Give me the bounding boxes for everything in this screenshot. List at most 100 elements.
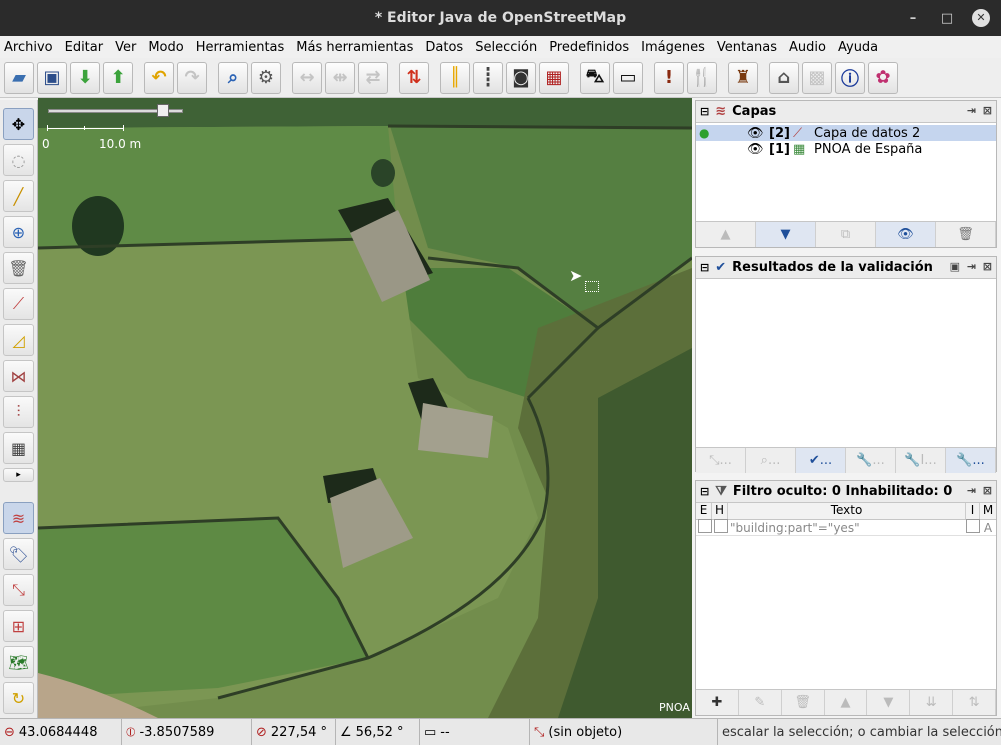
improve-way-icon[interactable]: ⟋ (3, 288, 34, 320)
col-m[interactable]: M (980, 503, 996, 519)
align-icon[interactable]: ⫶ (3, 396, 34, 428)
preferences-icon[interactable]: ⚙ (251, 61, 281, 94)
menu-datos[interactable]: Datos (425, 40, 463, 55)
zoom-mode-icon[interactable]: ⊕ (3, 216, 34, 248)
delete-layer-icon[interactable]: 🗑 (936, 222, 996, 247)
draw-mode-icon[interactable]: ╱ (3, 180, 34, 212)
menu-archivo[interactable]: Archivo (4, 40, 53, 55)
measure-icon[interactable]: ◿ (3, 324, 34, 356)
panel-detach-icon[interactable]: ⇥ (967, 260, 976, 273)
reverse-way-icon[interactable]: ⇄ (358, 61, 388, 94)
add-filter-icon[interactable]: ✚ (696, 690, 739, 715)
collapse-icon[interactable]: ⊟ (700, 485, 709, 498)
panel-detach-icon[interactable]: ⇥ (967, 104, 976, 117)
warning-preset-icon[interactable]: ! (654, 61, 684, 94)
move-down-icon[interactable]: ▼ (867, 690, 911, 715)
menu-ayuda[interactable]: Ayuda (838, 40, 878, 55)
zoom-icon[interactable]: ⌕ (218, 61, 248, 94)
maximize-icon[interactable]: □ (937, 9, 957, 29)
move-tool-icon[interactable]: ⇅ (399, 61, 429, 94)
menu-ver[interactable]: Ver (115, 40, 136, 55)
zoom-slider-handle[interactable] (157, 104, 169, 117)
hide-checkbox[interactable] (712, 519, 728, 536)
relations-icon[interactable]: ⊞ (3, 610, 34, 642)
menu-ventanas[interactable]: Ventanas (717, 40, 777, 55)
layers-toggle-icon[interactable]: ≋ (3, 502, 34, 534)
parallel-way-icon[interactable]: ⋈ (3, 360, 34, 392)
panel-close-icon[interactable]: ⊠ (983, 104, 992, 117)
zoom-error-button[interactable]: ⌕... (746, 448, 796, 473)
menu-predefinidos[interactable]: Predefinidos (549, 40, 629, 55)
edit-filter-icon[interactable]: ✎ (739, 690, 782, 715)
selection-list-icon[interactable]: ⤡ (3, 574, 34, 606)
panel-settings-icon[interactable]: ▣ (950, 260, 960, 273)
close-icon[interactable]: ✕ (972, 9, 990, 27)
delete-mode-icon[interactable]: 🗑 (3, 252, 34, 284)
move-up-icon[interactable]: ▲ (825, 690, 868, 715)
validate-button[interactable]: ✔... (796, 448, 846, 473)
panel-close-icon[interactable]: ⊠ (983, 484, 992, 497)
enable-checkbox[interactable] (696, 519, 712, 536)
building-preset-icon[interactable]: ▩ (802, 61, 832, 94)
inverted-checkbox[interactable] (966, 519, 980, 536)
panel-detach-icon[interactable]: ⇥ (967, 484, 976, 497)
minimize-icon[interactable]: – (903, 9, 923, 29)
buildings-tool-icon[interactable]: ▦ (3, 432, 34, 464)
col-e[interactable]: E (696, 503, 712, 519)
traffic-light-icon[interactable]: ◙ (506, 61, 536, 94)
toolbar-expand-icon[interactable]: ▸ (3, 468, 34, 482)
tags-toggle-icon[interactable]: 🏷 (3, 538, 34, 570)
undo-icon[interactable]: ↶ (144, 61, 174, 94)
information-preset-icon[interactable]: ⓘ (835, 61, 865, 94)
panel-close-icon[interactable]: ⊠ (983, 260, 992, 273)
map-paint-icon[interactable]: 🗺 (3, 646, 34, 678)
move-down-icon[interactable]: ▼ (756, 222, 816, 247)
menu-modo[interactable]: Modo (148, 40, 183, 55)
menu-herramientas[interactable]: Herramientas (196, 40, 285, 55)
food-preset-icon[interactable]: 🍴 (687, 61, 717, 94)
menu-imagenes[interactable]: Imágenes (641, 40, 705, 55)
visibility-eye-icon[interactable]: 👁 (747, 142, 764, 157)
ignore-button[interactable]: 🔧 I... (896, 448, 946, 473)
railway-preset-icon[interactable]: ┋ (473, 61, 503, 94)
menu-editar[interactable]: Editar (65, 40, 104, 55)
col-text[interactable]: Texto (728, 503, 966, 519)
map-view[interactable]: 0 10.0 m ➤ PNOA (38, 98, 692, 718)
delete-filter-icon[interactable]: 🗑 (782, 690, 825, 715)
car-preset-icon[interactable]: ⛍ (580, 61, 610, 94)
menu-audio[interactable]: Audio (789, 40, 826, 55)
upload-icon[interactable]: ⬆ (103, 61, 133, 94)
open-file-icon[interactable]: ▰ (4, 61, 34, 94)
split-way-icon[interactable]: ↔ (292, 61, 322, 94)
combine-way-icon[interactable]: ⇹ (325, 61, 355, 94)
layer-name[interactable]: Capa de datos 2 (814, 126, 920, 141)
sort-down-icon[interactable]: ⇊ (910, 690, 954, 715)
merge-layer-icon[interactable]: ⧉ (816, 222, 876, 247)
collapse-icon[interactable]: ⊟ (700, 105, 709, 118)
visibility-eye-icon[interactable]: 👁 (747, 126, 764, 141)
menu-seleccion[interactable]: Selección (475, 40, 537, 55)
validation-prefs-button[interactable]: 🔧... (946, 448, 996, 473)
history-icon[interactable]: ↻ (3, 682, 34, 714)
castle-preset-icon[interactable]: ♜ (728, 61, 758, 94)
save-icon[interactable]: ▣ (37, 61, 67, 94)
layer-row[interactable]: 👁 [1] ▦ PNOA de España (696, 141, 996, 157)
collapse-icon[interactable]: ⊟ (700, 261, 709, 274)
industrial-preset-icon[interactable]: ⌂ (769, 61, 799, 94)
fix-button[interactable]: 🔧... (846, 448, 896, 473)
select-error-button[interactable]: ⤡... (696, 448, 746, 473)
bus-preset-icon[interactable]: ▭ (613, 61, 643, 94)
menu-mas-herramientas[interactable]: Más herramientas (296, 40, 413, 55)
lasso-mode-icon[interactable]: ◌ (3, 144, 34, 176)
col-h[interactable]: H (712, 503, 728, 519)
col-i[interactable]: I (966, 503, 980, 519)
table-row[interactable]: "building:part"="yes" A (696, 519, 996, 536)
filter-text[interactable]: "building:part"="yes" (728, 521, 966, 535)
layer-name[interactable]: PNOA de España (814, 142, 922, 157)
select-mode-icon[interactable]: ✥ (3, 108, 34, 140)
sort-up-icon[interactable]: ⇅ (953, 690, 997, 715)
validation-results-list[interactable] (696, 279, 996, 445)
show-hide-icon[interactable]: 👁 (876, 222, 936, 247)
community-preset-icon[interactable]: ✿ (868, 61, 898, 94)
download-icon[interactable]: ⬇ (70, 61, 100, 94)
